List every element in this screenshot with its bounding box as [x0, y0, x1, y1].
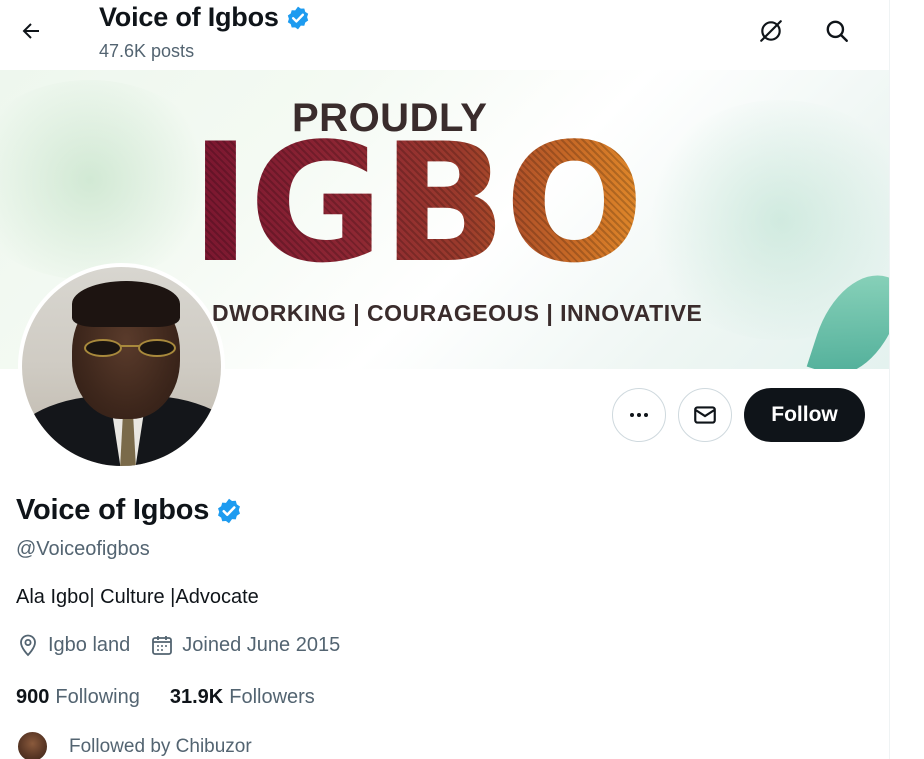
grok-button[interactable] [752, 12, 790, 50]
more-button[interactable] [612, 388, 666, 442]
header-post-count: 47.6K posts [99, 41, 195, 61]
header-title-row: Voice of Igbos [99, 2, 311, 33]
profile-bio: Ala Igbo| Culture |Advocate [16, 586, 259, 608]
followers-count: 31.9K [169, 686, 224, 708]
profile-avatar[interactable] [18, 263, 225, 470]
banner-wash-left [0, 80, 220, 280]
verified-badge-icon [287, 6, 308, 29]
calendar-icon [152, 636, 173, 655]
profile-header: Voice of Igbos 47.6K posts [0, 0, 889, 70]
following-count: 900 [16, 686, 50, 708]
more-icon [630, 413, 648, 417]
location-pin-icon [20, 634, 36, 657]
profile-name-row: Voice of Igbos [16, 494, 243, 527]
arrow-left-icon [22, 23, 39, 39]
back-button[interactable] [12, 12, 50, 50]
follower-avatar [16, 730, 49, 759]
search-button[interactable] [818, 12, 856, 50]
profile-location-text: Igbo land [48, 633, 131, 656]
message-button[interactable] [678, 388, 732, 442]
mail-icon [694, 406, 716, 424]
avatar-hair [72, 281, 180, 327]
avatar-photo [22, 267, 221, 466]
column-divider [889, 0, 890, 759]
header-title: Voice of Igbos [99, 2, 279, 32]
followed-by-text: Followed by Chibuzor [69, 735, 252, 757]
profile-joined-text: Joined June 2015 [182, 633, 341, 656]
following-link[interactable]: 900 Following [16, 686, 140, 709]
profile-location: Igbo land [16, 633, 130, 657]
banner-tagline: DWORKING | COURAGEOUS | INNOVATIVE [212, 300, 703, 326]
profile-meta: Igbo land Joined June 2015 [16, 633, 360, 657]
following-label: Following [55, 686, 140, 708]
avatar-sunglasses [84, 339, 176, 359]
banner-line2: IGBO [190, 108, 643, 299]
followers-label: Followers [229, 686, 315, 708]
search-icon [826, 20, 848, 42]
profile-name: Voice of Igbos [16, 494, 210, 526]
followed-by-row[interactable]: Followed by Chibuzor [16, 730, 252, 759]
profile-stats: 900 Following 31.9K Followers [16, 686, 345, 709]
followers-link[interactable]: 31.9K Followers [170, 686, 315, 709]
follow-button[interactable]: Follow [744, 388, 865, 442]
verified-badge-icon[interactable] [215, 497, 243, 525]
profile-handle: @Voiceofigbos [16, 538, 150, 560]
profile-joined: Joined June 2015 [150, 633, 340, 657]
grok-icon [760, 20, 782, 42]
